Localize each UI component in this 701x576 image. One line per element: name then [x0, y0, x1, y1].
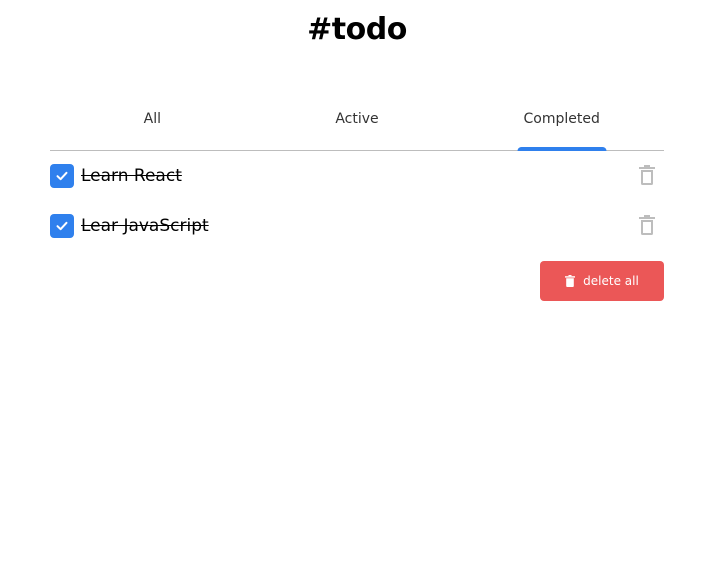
tab-completed[interactable]: Completed: [459, 102, 664, 151]
tab-active-label: Active: [335, 111, 379, 127]
list-item: Lear JavaScript: [50, 214, 664, 238]
check-icon: [56, 221, 68, 231]
todo-app: #todo All Active Completed Learn React L…: [0, 0, 701, 576]
tab-all[interactable]: All: [50, 102, 255, 150]
delete-item-button[interactable]: [638, 164, 656, 186]
trash-icon: [565, 275, 576, 287]
tab-active[interactable]: Active: [255, 102, 460, 150]
filter-tabs: All Active Completed: [50, 102, 664, 151]
tab-all-label: All: [143, 111, 162, 127]
app-title: #todo: [307, 12, 407, 47]
delete-item-button[interactable]: [638, 214, 656, 236]
todo-checkbox[interactable]: [50, 164, 74, 188]
delete-all-button[interactable]: delete all: [540, 261, 664, 301]
check-icon: [56, 171, 68, 181]
tab-completed-label: Completed: [523, 111, 600, 127]
todo-text: Lear JavaScript: [81, 216, 209, 236]
list-item: Learn React: [50, 164, 664, 188]
todo-list: Learn React Lear JavaScript: [50, 164, 664, 264]
todo-checkbox[interactable]: [50, 214, 74, 238]
todo-text: Learn React: [81, 166, 182, 186]
delete-all-label: delete all: [583, 274, 639, 288]
tab-active-indicator: [517, 147, 607, 151]
trash-icon: [639, 165, 655, 185]
trash-icon: [639, 215, 655, 235]
